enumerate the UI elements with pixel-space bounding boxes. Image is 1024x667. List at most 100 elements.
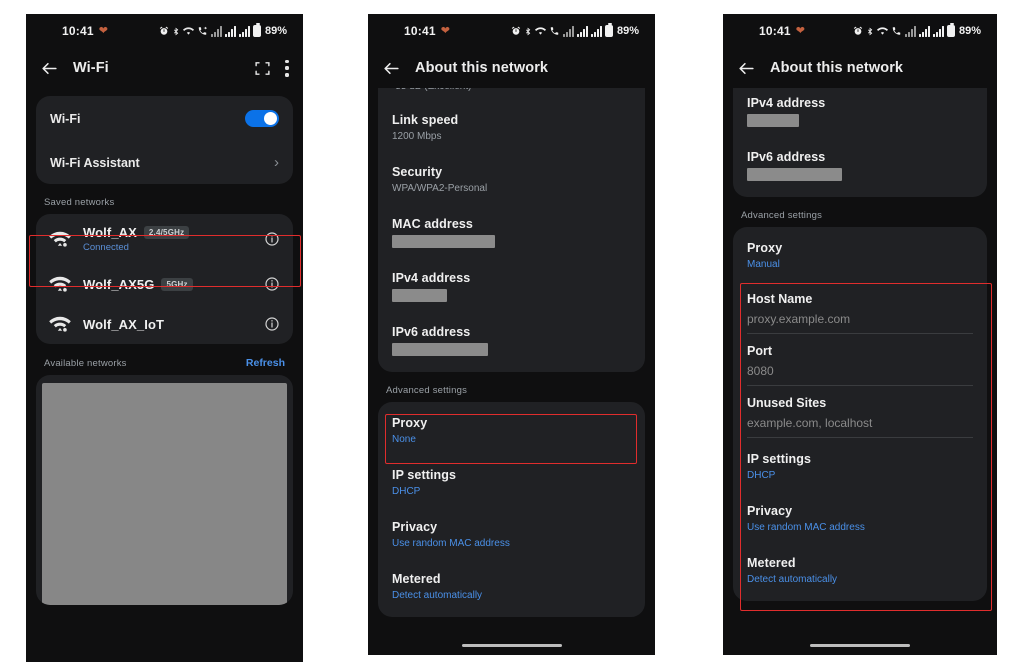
wifi-assistant-row[interactable]: Wi-Fi Assistant › xyxy=(36,141,293,184)
qr-scan-icon[interactable] xyxy=(254,60,271,77)
info-icon[interactable] xyxy=(264,316,280,332)
wifi-content: Wi-Fi Wi-Fi Assistant › Saved networks W… xyxy=(26,96,303,605)
network-details-card: Link speed 1200 Mbps Security WPA/WPA2-P… xyxy=(378,102,645,372)
saved-networks-label: Saved networks xyxy=(44,197,115,208)
battery-percent: 89% xyxy=(264,25,287,37)
wifi-toggle-row[interactable]: Wi-Fi xyxy=(36,96,293,141)
wifi-main-card: Wi-Fi Wi-Fi Assistant › xyxy=(36,96,293,184)
network-band-badge: 2.4/5GHz xyxy=(143,226,190,239)
setting-label: Privacy xyxy=(747,504,793,518)
port-input[interactable]: 8080 xyxy=(747,364,973,386)
status-bar: 10:41 ❤ 89% xyxy=(26,14,303,48)
signal-bars-icon-3 xyxy=(590,25,602,37)
proxy-unused-sites-field[interactable]: Unused Sites example.com, localhost xyxy=(733,386,987,438)
status-bar-left: 10:41 ❤ xyxy=(759,24,805,38)
redacted-value xyxy=(747,114,799,127)
setting-proxy[interactable]: Proxy None xyxy=(378,402,645,457)
detail-ipv4-address: IPv4 address xyxy=(378,260,645,314)
detail-ipv6-address: IPv6 address xyxy=(378,314,645,372)
field-label: Port xyxy=(747,344,772,358)
status-bar: 10:41 ❤ 89% xyxy=(368,14,655,48)
available-networks-card xyxy=(36,375,293,605)
setting-value: DHCP xyxy=(392,486,421,497)
call-forward-icon xyxy=(198,26,208,35)
back-arrow-icon[interactable] xyxy=(40,59,59,78)
wifi-signal-icon xyxy=(49,231,71,247)
proxy-port-field[interactable]: Port 8080 xyxy=(733,334,987,386)
setting-value: Use random MAC address xyxy=(747,522,865,533)
detail-label: Security xyxy=(392,165,443,179)
setting-proxy[interactable]: Proxy Manual xyxy=(733,227,987,282)
setting-privacy[interactable]: Privacy Use random MAC address xyxy=(378,509,645,561)
setting-metered[interactable]: Metered Detect automatically xyxy=(733,545,987,601)
setting-label: IP settings xyxy=(747,452,812,466)
network-row-wolf-ax5g[interactable]: Wolf_AX5G 5GHz xyxy=(36,264,293,304)
signal-bars-icon-3 xyxy=(238,25,250,37)
network-row-wolf-ax-iot[interactable]: Wolf_AX_IoT xyxy=(36,304,293,344)
detail-value: 1200 Mbps xyxy=(392,131,442,142)
advanced-settings-card: Proxy None IP settings DHCP Privacy Use … xyxy=(378,402,645,617)
phone-panel-proxy-manual: 10:41 ❤ 89% About this network IPv4 addr… xyxy=(723,14,997,655)
heart-icon: ❤ xyxy=(440,24,450,37)
signal-bars-icon-3 xyxy=(932,25,944,37)
setting-value: DHCP xyxy=(747,470,776,481)
call-forward-icon xyxy=(550,27,559,35)
field-label: Host Name xyxy=(747,292,813,306)
chevron-right-icon: › xyxy=(274,154,279,171)
setting-ip-settings[interactable]: IP settings DHCP xyxy=(378,457,645,509)
unused-sites-input[interactable]: example.com, localhost xyxy=(747,416,973,438)
network-name: Wolf_AX5G xyxy=(83,276,155,292)
wifi-toggle-switch[interactable] xyxy=(245,110,279,127)
battery-percent: 89% xyxy=(616,25,639,37)
setting-label: Metered xyxy=(392,572,441,586)
setting-value: Detect automatically xyxy=(747,574,838,585)
refresh-button[interactable]: Refresh xyxy=(246,357,285,369)
detail-label: IPv6 address xyxy=(747,150,826,164)
page-title: About this network xyxy=(770,60,904,76)
status-time: 10:41 xyxy=(759,24,791,38)
proxy-manual-content: IPv4 address IPv6 address Advanced setti… xyxy=(723,88,997,601)
host-name-input[interactable]: proxy.example.com xyxy=(747,312,973,334)
network-info: Wolf_AX 2.4/5GHz Connected xyxy=(83,225,190,253)
redacted-value xyxy=(392,289,447,302)
app-bar-about-network: About this network xyxy=(368,48,655,88)
call-forward-icon xyxy=(892,27,901,35)
setting-metered[interactable]: Metered Detect automatically xyxy=(378,561,645,617)
alarm-icon xyxy=(159,26,169,35)
network-status: Connected xyxy=(83,242,129,253)
signal-bars-icon-2 xyxy=(918,25,930,37)
detail-label: IPv4 address xyxy=(392,271,471,285)
setting-value: Use random MAC address xyxy=(392,538,510,549)
proxy-host-name-field[interactable]: Host Name proxy.example.com xyxy=(733,282,987,334)
alarm-icon xyxy=(511,26,521,35)
wifi-icon xyxy=(534,27,546,35)
info-icon[interactable] xyxy=(264,231,280,247)
detail-ipv6-address: IPv6 address xyxy=(733,139,987,197)
info-icon[interactable] xyxy=(264,276,280,292)
back-arrow-icon[interactable] xyxy=(737,59,756,78)
network-details-card: IPv4 address IPv6 address xyxy=(733,88,987,197)
overflow-menu-icon[interactable] xyxy=(285,59,289,77)
signal-strength-value: -55 dB (Excellent) xyxy=(392,88,471,92)
heart-icon: ❤ xyxy=(98,24,108,37)
network-row-wolf-ax[interactable]: Wolf_AX 2.4/5GHz Connected xyxy=(36,214,293,264)
phone-panel-wifi-list: 10:41 ❤ 89% Wi-Fi Wi-Fi Wi-Fi Assistant … xyxy=(26,14,303,662)
network-name-row: Wolf_AX_IoT xyxy=(83,317,164,332)
detail-link-speed: Link speed 1200 Mbps xyxy=(378,102,645,154)
network-info: Wolf_AX_IoT xyxy=(83,317,164,332)
advanced-settings-label: Advanced settings xyxy=(386,385,468,396)
wifi-icon xyxy=(876,27,888,35)
network-name: Wolf_AX_IoT xyxy=(83,316,165,332)
setting-ip-settings[interactable]: IP settings DHCP xyxy=(733,438,987,493)
back-arrow-icon[interactable] xyxy=(382,59,401,78)
setting-label: Proxy xyxy=(747,241,783,255)
signal-bars-icon-2 xyxy=(224,25,236,37)
battery-icon xyxy=(252,23,261,37)
setting-privacy[interactable]: Privacy Use random MAC address xyxy=(733,493,987,545)
battery-percent: 89% xyxy=(958,25,981,37)
status-bar: 10:41 ❤ 89% xyxy=(723,14,997,48)
setting-value: None xyxy=(392,434,416,445)
status-bar-left: 10:41 ❤ xyxy=(404,24,450,38)
signal-bars-icon-1 xyxy=(904,25,916,37)
wifi-toggle-label: Wi-Fi xyxy=(50,111,81,126)
